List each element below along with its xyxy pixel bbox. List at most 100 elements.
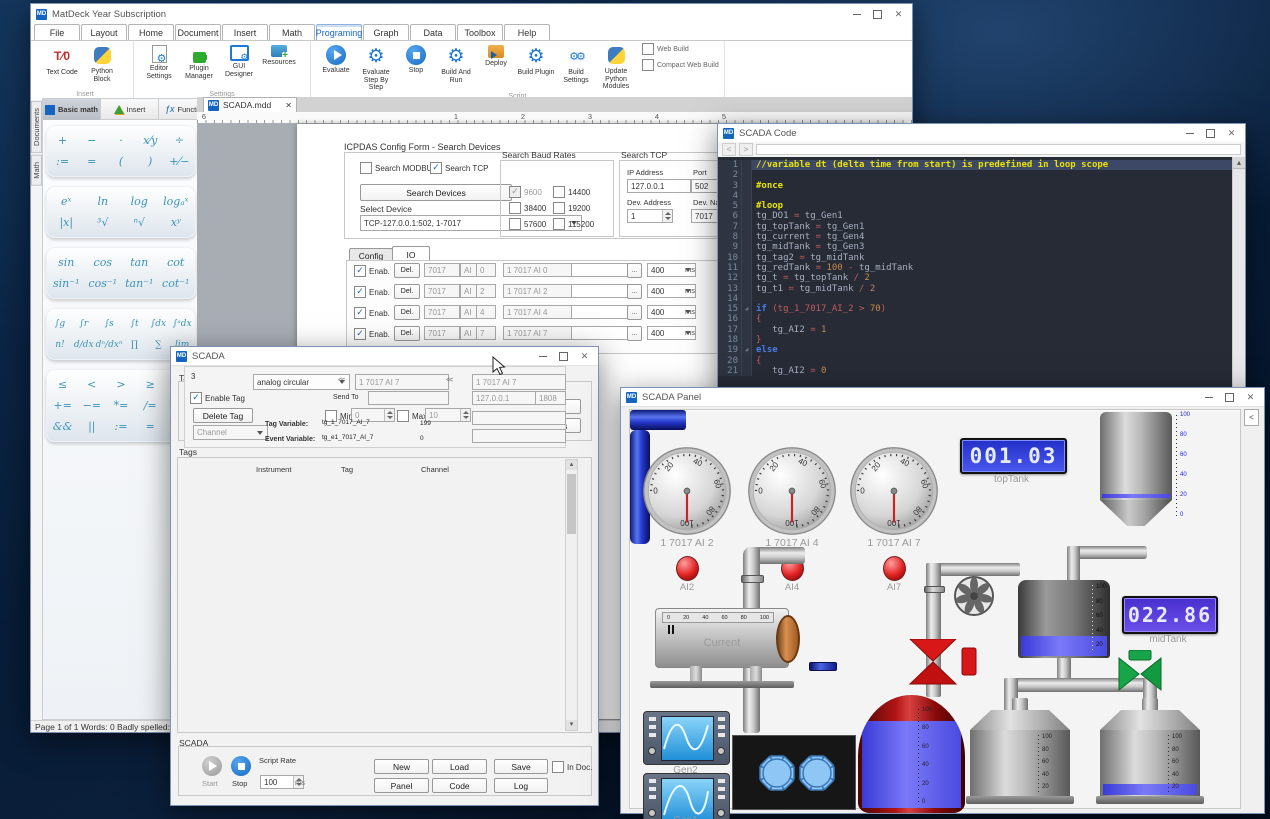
scada-titlebar[interactable]: MD SCADA [171,347,598,366]
ribbon-button[interactable]: Plugin Manager [179,43,219,80]
baud-rate-checkbox[interactable]: 19200 [553,202,590,214]
ribbon-button[interactable]: Python Block [82,43,122,83]
ribbon-button[interactable]: Stop [396,43,436,92]
code-button[interactable]: Code [432,778,487,793]
math-symbol[interactable]: > [106,374,135,395]
tag-type-dropdown[interactable]: analog circular [253,374,350,390]
fold-marker-icon[interactable] [742,170,752,180]
minimize-icon[interactable] [848,8,865,21]
math-symbol[interactable]: x⁄y [136,130,165,151]
math-symbol[interactable]: sin⁻¹ [48,273,85,294]
del-button[interactable]: Del. [394,263,420,278]
fold-marker-icon[interactable] [742,242,752,252]
math-symbol[interactable]: ≤ [48,374,77,395]
nav-back-button[interactable]: < [722,143,736,156]
math-symbol[interactable]: cot [158,252,195,273]
enable-tag-checkbox[interactable]: Enable Tag [190,392,245,404]
side-tab[interactable]: Math [31,155,42,186]
load-button[interactable]: Load [432,759,487,774]
ribbon-tab[interactable]: File [34,24,80,40]
ribbon-tab[interactable]: Toolbox [457,24,503,40]
fold-marker-icon[interactable] [742,273,752,283]
ribbon-tab[interactable]: Data [410,24,456,40]
math-symbol[interactable]: = [136,416,165,437]
search-devices-button[interactable]: Search Devices [360,184,512,201]
fold-marker-icon[interactable] [742,263,752,273]
side-tab[interactable]: Documents [31,101,42,153]
tags-scrollbar[interactable] [565,459,578,731]
baud-rate-checkbox[interactable]: 57600 [509,218,546,230]
math-symbol[interactable]: ÷ [165,130,194,151]
math-symbol[interactable]: < [77,374,106,395]
ribbon-tab[interactable]: Document [175,24,221,40]
math-symbol[interactable]: dⁿ∕dxⁿ [96,334,123,355]
ribbon-button[interactable]: Build Plugin [516,43,556,92]
ribbon-button[interactable]: Build And Run [436,43,476,92]
ribbon-button[interactable]: Update Python Modules [596,43,636,92]
copy-left-button[interactable]: << [338,377,344,384]
fold-marker-icon[interactable] [742,232,752,242]
maximize-icon[interactable] [1202,127,1219,140]
math-symbol[interactable]: := [48,151,77,172]
dev-address-stepper[interactable]: 1 [627,209,673,223]
math-symbol[interactable]: −= [77,395,106,416]
fold-marker-icon[interactable] [742,335,752,345]
enab-checkbox[interactable]: Enab. [354,265,390,277]
math-symbol[interactable]: := [106,416,135,437]
fold-marker-icon[interactable] [742,181,752,191]
fold-marker-icon[interactable] [742,201,752,211]
baud-rate-checkbox[interactable]: 115200 [553,218,594,230]
ribbon-button[interactable]: Text Code [42,43,82,83]
math-symbol[interactable]: n! [48,334,72,355]
math-symbol[interactable]: ∫dx [146,313,170,334]
ribbon-tab[interactable]: Graph [363,24,409,40]
matdeck-titlebar[interactable]: MD MatDeck Year Subscription [31,4,912,24]
math-symbol[interactable]: ∑ [146,334,170,355]
search-tcp-checkbox[interactable]: Search TCP [430,162,488,174]
ribbon-button[interactable]: GUI Designer [219,43,259,80]
math-symbol[interactable]: ∫t [123,313,147,334]
math-symbol[interactable]: && [48,416,77,437]
ribbon-button[interactable]: Deploy [476,43,516,92]
collapse-button[interactable]: < [1244,409,1259,426]
math-symbol[interactable]: ∏ [123,334,147,355]
minimize-icon[interactable] [1200,391,1217,404]
ribbon-button[interactable]: Resources [259,43,299,80]
math-symbol[interactable]: ( [106,151,135,172]
math-symbol[interactable]: ⁿ√ [121,212,158,233]
nav-forward-button[interactable]: > [739,143,753,156]
minimize-icon[interactable] [1181,127,1198,140]
in-doc-checkbox[interactable]: In Doc. [552,761,592,773]
math-symbol[interactable]: cos [85,252,122,273]
new-button[interactable]: New [374,759,429,774]
math-symbol[interactable]: +⁄− [165,151,194,172]
document-tab[interactable]: MD SCADA.mdd ✕ [203,97,297,112]
max-stepper[interactable]: 10 [425,408,471,422]
close-icon[interactable] [1223,127,1240,140]
browse-button[interactable]: ... [627,305,642,320]
ribbon-tab[interactable]: Math [269,24,315,40]
ribbon-button[interactable]: Evaluate [316,43,356,92]
math-symbol[interactable]: · [106,130,135,151]
math-panel-tab[interactable]: Basic math [43,99,101,120]
fold-marker-icon[interactable] [742,191,752,201]
channel-dropdown[interactable]: Channel [193,425,268,440]
ribbon-tab[interactable]: Help [504,24,550,40]
math-symbol[interactable]: logₐˣ [158,191,195,212]
math-symbol[interactable]: ln [85,191,122,212]
math-symbol[interactable]: = [77,151,106,172]
ribbon-tab[interactable]: Layout [81,24,127,40]
fold-marker-icon[interactable]: ◢ [742,345,752,355]
close-icon[interactable] [576,350,593,363]
start-button[interactable] [202,756,222,776]
ribbon-button[interactable]: Editor Settings [139,43,179,80]
baud-rate-checkbox[interactable]: 38400 [509,202,546,214]
math-symbol[interactable]: ∫g [48,313,72,334]
math-symbol[interactable]: eˣ [48,191,85,212]
math-symbol[interactable]: sin [48,252,85,273]
fold-marker-icon[interactable] [742,211,752,221]
fold-marker-icon[interactable] [742,294,752,304]
delete-tag-button[interactable]: Delete Tag [193,408,253,423]
math-symbol[interactable]: cot⁻¹ [158,273,195,294]
math-symbol[interactable]: log [121,191,158,212]
